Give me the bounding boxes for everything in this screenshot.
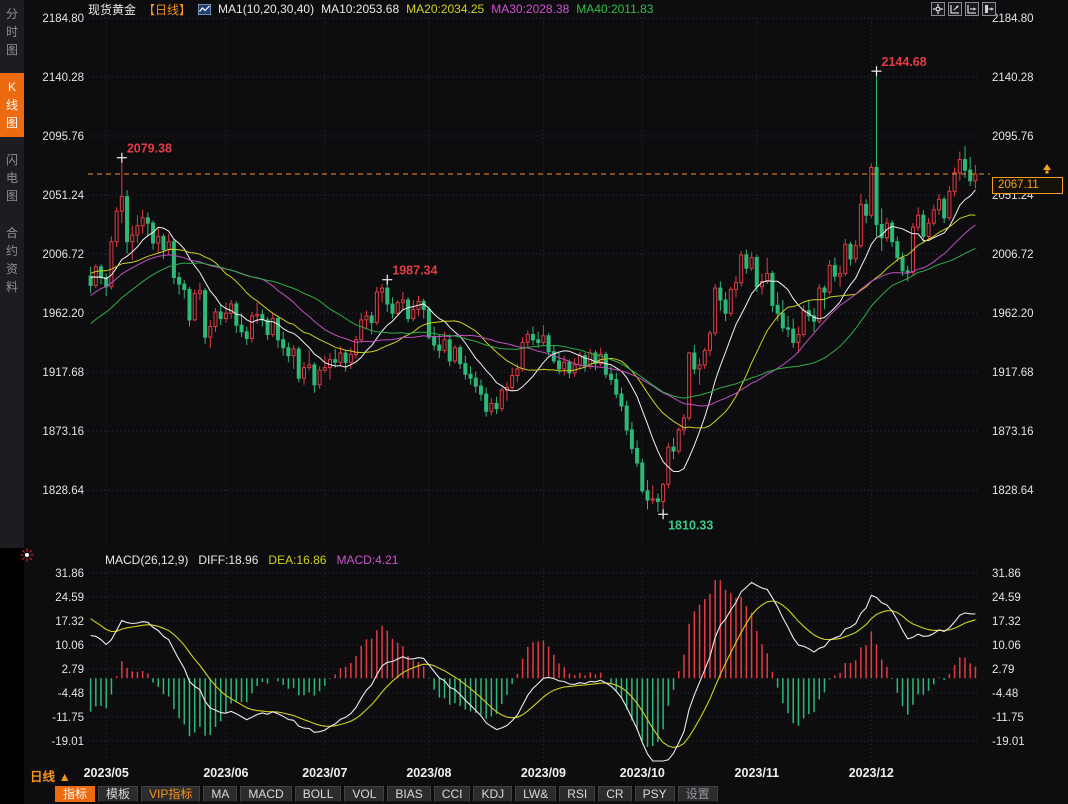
export-panel-icon[interactable] bbox=[982, 2, 996, 16]
toolbar-button-设置[interactable]: 设置 bbox=[678, 786, 718, 802]
toolbar-button-指标[interactable]: 指标 bbox=[55, 786, 95, 802]
ma40-value: MA40:2011.83 bbox=[576, 2, 653, 16]
price-axis-label: 1917.68 bbox=[42, 367, 84, 379]
price-annotation: 1810.33 bbox=[668, 518, 713, 532]
price-annotation: 1987.34 bbox=[392, 264, 437, 278]
price-up-arrow-icon bbox=[1040, 163, 1054, 175]
macd-axis-label: 24.59 bbox=[55, 592, 84, 604]
toolbar-button-RSI[interactable]: RSI bbox=[559, 786, 595, 802]
price-annotation: 2079.38 bbox=[127, 142, 172, 156]
toolbar-button-PSY[interactable]: PSY bbox=[635, 786, 675, 802]
price-annotation: 2144.68 bbox=[882, 55, 927, 69]
ma10-value: MA10:2053.68 bbox=[321, 2, 399, 16]
x-axis-label: 2023/11 bbox=[735, 766, 780, 780]
macd-axis-label: 17.32 bbox=[992, 616, 1021, 628]
x-axis-label: 2023/12 bbox=[849, 766, 894, 780]
zoom-axis-icon[interactable] bbox=[948, 2, 962, 16]
toolbar-button-VIP指标[interactable]: VIP指标 bbox=[141, 786, 200, 802]
price-axis-label: 2184.80 bbox=[992, 13, 1034, 25]
macd-axis-label: -4.48 bbox=[992, 688, 1018, 700]
sidebar-tab-2[interactable]: K线图 bbox=[0, 73, 24, 137]
macd-axis-label: -19.01 bbox=[51, 736, 84, 748]
pan-axis-icon[interactable] bbox=[965, 2, 979, 16]
chart-header: 现货黄金 【日线】 MA1(10,20,30,40) MA10:2053.68 … bbox=[88, 1, 653, 17]
toolbar-button-CR[interactable]: CR bbox=[598, 786, 631, 802]
toolbar-button-BOLL[interactable]: BOLL bbox=[295, 786, 342, 802]
sidebar-tab-4[interactable]: 合约资料 bbox=[0, 219, 24, 301]
x-axis-label: 2023/06 bbox=[203, 766, 248, 780]
macd-axis-label: -11.75 bbox=[992, 712, 1024, 724]
macd-axis-label: 2.79 bbox=[992, 664, 1014, 676]
macd-axis-label: 31.86 bbox=[992, 568, 1021, 580]
ma30-value: MA30:2028.38 bbox=[491, 2, 569, 16]
price-axis-label: 1962.20 bbox=[992, 308, 1034, 320]
macd-header: MACD(26,12,9) DIFF:18.96 DEA:16.86 MACD:… bbox=[105, 552, 398, 567]
toolbar-button-模板[interactable]: 模板 bbox=[98, 786, 138, 802]
main-chart-canvas[interactable]: 2184.80 2184.80 2140.28 2140.28 2095.76 2095.… bbox=[0, 0, 1068, 804]
toolbar-button-MA[interactable]: MA bbox=[203, 786, 237, 802]
macd-axis-label: 2.79 bbox=[62, 664, 84, 676]
chart-tools bbox=[931, 2, 996, 16]
price-axis-label: 1873.16 bbox=[42, 426, 84, 438]
ma20-value: MA20:2034.25 bbox=[406, 2, 484, 16]
x-axis-label: 2023/08 bbox=[406, 766, 451, 780]
toolbar-button-MACD[interactable]: MACD bbox=[240, 786, 291, 802]
price-axis-label: 2140.28 bbox=[42, 72, 84, 84]
trading-app-window: 分时图 K线图闪电图合约资料 现货黄金 【日线】 MA1(10,20,30,40)… bbox=[0, 0, 1068, 804]
macd-alert-icon[interactable] bbox=[20, 548, 34, 562]
macd-dea-value: DEA:16.86 bbox=[268, 553, 326, 567]
macd-axis-label: 24.59 bbox=[992, 592, 1021, 604]
x-axis-label: 2023/05 bbox=[84, 766, 129, 780]
macd-diff-value: DIFF:18.96 bbox=[198, 553, 258, 567]
left-sidebar: 分时图 K线图闪电图合约资料 bbox=[0, 0, 24, 548]
macd-title: MACD(26,12,9) bbox=[105, 553, 188, 567]
toolbar-button-VOL[interactable]: VOL bbox=[344, 786, 384, 802]
macd-axis-label: 10.06 bbox=[55, 640, 84, 652]
symbol-name: 现货黄金 bbox=[88, 1, 136, 18]
macd-axis-label: 17.32 bbox=[55, 616, 84, 628]
price-axis-label: 2006.72 bbox=[42, 249, 84, 261]
sidebar-tab-3[interactable]: 闪电图 bbox=[0, 146, 24, 210]
period-tag: 【日线】 bbox=[143, 1, 191, 18]
x-axis-label: 2023/07 bbox=[302, 766, 347, 780]
price-axis-label: 2051.24 bbox=[42, 190, 84, 202]
macd-axis-label: -11.75 bbox=[52, 712, 84, 724]
price-axis-label: 2095.76 bbox=[992, 131, 1034, 143]
price-axis-label: 2184.80 bbox=[42, 13, 84, 25]
x-axis-label: 2023/10 bbox=[620, 766, 665, 780]
toolbar-button-KDJ[interactable]: KDJ bbox=[473, 786, 512, 802]
price-axis-label: 1962.20 bbox=[42, 308, 84, 320]
price-axis-label: 2095.76 bbox=[42, 131, 84, 143]
toolbar-button-LW&[interactable]: LW& bbox=[515, 786, 556, 802]
price-axis-label: 2006.72 bbox=[992, 249, 1034, 261]
price-axis-label: 1828.64 bbox=[992, 485, 1034, 497]
price-axis-label: 1873.16 bbox=[992, 426, 1034, 438]
macd-axis-label: 10.06 bbox=[992, 640, 1021, 652]
price-axis-label: 2140.28 bbox=[992, 72, 1034, 84]
period-selector[interactable]: 日线 ▲ bbox=[30, 766, 71, 785]
crosshair-tool-icon[interactable] bbox=[931, 2, 945, 16]
x-axis-label: 2023/09 bbox=[521, 766, 566, 780]
macd-axis-label: 31.86 bbox=[55, 568, 84, 580]
toolbar-button-BIAS[interactable]: BIAS bbox=[387, 786, 430, 802]
price-axis-label: 1917.68 bbox=[992, 367, 1034, 379]
macd-macd-value: MACD:4.21 bbox=[336, 553, 398, 567]
price-axis-label: 1828.64 bbox=[42, 485, 84, 497]
x-axis-row: 日线 ▲ 2023/05 2023/06 2023/07 2023/08 2023/09… bbox=[0, 764, 1068, 785]
indicator-toolbar: 指标模板VIP指标MAMACDBOLLVOLBIASCCIKDJLW&RSICR… bbox=[55, 786, 718, 803]
macd-axis-label: -4.48 bbox=[58, 688, 84, 700]
macd-axis-label: -19.01 bbox=[992, 736, 1025, 748]
sidebar-tab-1[interactable]: 分时图 bbox=[0, 0, 24, 64]
current-price-badge: 2067.11 bbox=[992, 177, 1063, 194]
toolbar-button-CCI[interactable]: CCI bbox=[434, 786, 471, 802]
ma-group-label: MA1(10,20,30,40) bbox=[218, 2, 314, 16]
indicator-chart-icon bbox=[198, 4, 211, 15]
